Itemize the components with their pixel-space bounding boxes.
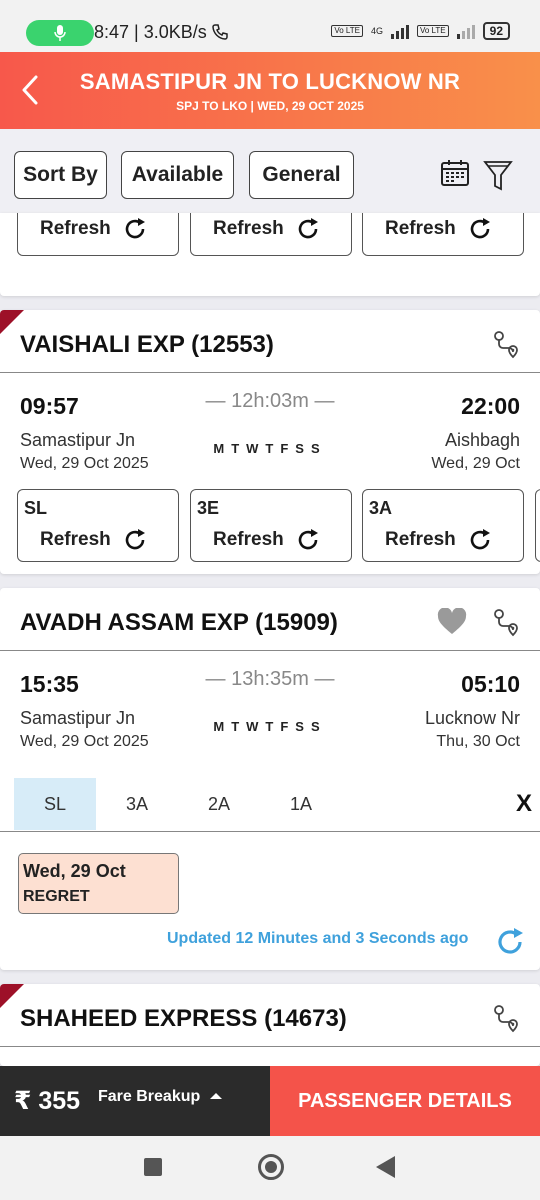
filter-icon[interactable]: [483, 159, 513, 198]
class-tabs: SL 3A 2A 1A X: [0, 778, 540, 831]
train-title: AVADH ASSAM EXP (15909): [20, 609, 338, 637]
availability-status: REGRET: [23, 888, 90, 905]
divider: [0, 650, 540, 651]
train-number: (15909): [255, 609, 338, 636]
fare-breakup-label: Fare Breakup: [98, 1088, 201, 1105]
divider: [0, 831, 540, 832]
fare-amount: ₹ 355: [14, 1087, 81, 1115]
signal-icon-2: [456, 23, 475, 39]
battery-icon: 92: [482, 22, 510, 40]
route-icon[interactable]: [490, 606, 522, 643]
train-name: VAISHALI EXP: [20, 331, 185, 358]
class-box-more[interactable]: [535, 489, 540, 562]
refresh-icon: [295, 216, 321, 247]
bottom-action-bar: ₹ 355 Fare Breakup PASSENGER DETAILS: [0, 1066, 540, 1136]
train-card[interactable]: VAISHALI EXP (12553) 09:57 — 12h:03m — 2…: [0, 310, 540, 574]
train-card-partial: Refresh Refresh Refresh: [0, 213, 540, 296]
passenger-details-button[interactable]: PASSENGER DETAILS: [270, 1066, 540, 1136]
refresh-icon: [122, 527, 148, 558]
to-station: Lucknow Nr: [424, 708, 520, 728]
train-title: VAISHALI EXP (12553): [20, 331, 274, 359]
from-date: Wed, 29 Oct 2025: [20, 733, 149, 750]
class-box-3a[interactable]: 3A Refresh: [362, 489, 524, 562]
train-card[interactable]: SHAHEED EXPRESS (14673): [0, 984, 540, 1066]
availability-date: Wed, 29 Oct: [23, 861, 126, 881]
system-nav-bar: [0, 1136, 540, 1200]
calendar-icon[interactable]: [440, 159, 470, 192]
filter-bar: Sort By Available General: [0, 129, 540, 213]
class-box-sl[interactable]: SL Refresh: [17, 489, 179, 562]
journey-duration: — 13h:35m —: [205, 668, 335, 690]
refresh-icon[interactable]: [494, 926, 526, 963]
class-box-3e[interactable]: 3E Refresh: [190, 489, 352, 562]
class-label: 3A: [369, 498, 393, 518]
route-icon[interactable]: [490, 1002, 522, 1039]
status-bar: 8:47 | 3.0KB/s Vo LTE 4G Vo LTE 92: [0, 0, 540, 52]
refresh-label: Refresh: [40, 218, 111, 239]
page-title: SAMASTIPUR JN TO LUCKNOW NR: [79, 69, 461, 94]
back-triangle-icon[interactable]: [376, 1156, 395, 1178]
wifi-call-icon: [212, 22, 230, 45]
from-date: Wed, 29 Oct 2025: [20, 455, 149, 472]
refresh-label: Refresh: [385, 529, 456, 550]
caret-up-icon: [209, 1093, 222, 1099]
class-refresh-box[interactable]: Refresh: [190, 213, 352, 256]
train-title: SHAHEED EXPRESS (14673): [20, 1005, 347, 1033]
fare-summary[interactable]: ₹ 355 Fare Breakup: [0, 1066, 270, 1136]
page-subtitle: SPJ TO LKO | WED, 29 OCT 2025: [176, 99, 364, 113]
to-date: Thu, 30 Oct: [436, 733, 520, 750]
sort-by-button[interactable]: Sort By: [14, 151, 107, 199]
available-filter-button[interactable]: Available: [121, 151, 234, 199]
refresh-label: Refresh: [213, 218, 284, 239]
close-button[interactable]: X: [516, 790, 532, 818]
refresh-label: Refresh: [385, 218, 456, 239]
tab-2a[interactable]: 2A: [178, 778, 260, 830]
class-label: SL: [24, 498, 48, 518]
refresh-icon: [467, 216, 493, 247]
tab-1a[interactable]: 1A: [260, 778, 342, 830]
microphone-icon: [26, 20, 94, 46]
to-station: Aishbagh: [444, 430, 520, 450]
divider: [0, 1046, 540, 1047]
arrival-time: 22:00: [461, 393, 520, 419]
refresh-label: Refresh: [213, 529, 284, 550]
app-header: SAMASTIPUR JN TO LUCKNOW NR SPJ TO LKO |…: [0, 52, 540, 129]
journey-duration: — 12h:03m —: [205, 390, 335, 412]
fare-breakup-link[interactable]: Fare Breakup: [98, 1088, 223, 1106]
home-icon[interactable]: [258, 1154, 284, 1180]
refresh-icon: [122, 216, 148, 247]
tab-3a[interactable]: 3A: [96, 778, 178, 830]
route-icon[interactable]: [490, 328, 522, 365]
signal-icon: [390, 23, 409, 39]
refresh-icon: [295, 527, 321, 558]
train-card[interactable]: AVADH ASSAM EXP (15909) 15:35 — 13h:35m …: [0, 588, 540, 970]
refresh-label: Refresh: [40, 529, 111, 550]
divider: [0, 372, 540, 373]
refresh-icon: [467, 527, 493, 558]
arrival-time: 05:10: [461, 671, 520, 697]
train-number: (12553): [191, 331, 274, 358]
status-time-speed: 8:47 | 3.0KB/s: [94, 22, 207, 42]
tab-sl[interactable]: SL: [14, 778, 96, 830]
volte-badge-2: Vo LTE: [416, 25, 449, 37]
to-date: Wed, 29 Oct: [431, 455, 520, 472]
recents-icon[interactable]: [144, 1158, 162, 1176]
train-name: AVADH ASSAM EXP: [20, 609, 249, 636]
class-refresh-box[interactable]: Refresh: [362, 213, 524, 256]
class-refresh-box[interactable]: Refresh: [17, 213, 179, 256]
train-name: SHAHEED EXPRESS: [20, 1005, 258, 1032]
favorite-heart-icon[interactable]: [437, 607, 467, 641]
network-type: 4G: [370, 26, 383, 36]
availability-card[interactable]: Wed, 29 Oct REGRET: [18, 853, 179, 914]
class-label: 3E: [197, 498, 220, 518]
general-quota-button[interactable]: General: [249, 151, 354, 199]
train-number: (14673): [264, 1005, 347, 1032]
volte-badge: Vo LTE: [331, 25, 363, 37]
updated-timestamp: Updated 12 Minutes and 3 Seconds ago: [167, 930, 469, 947]
